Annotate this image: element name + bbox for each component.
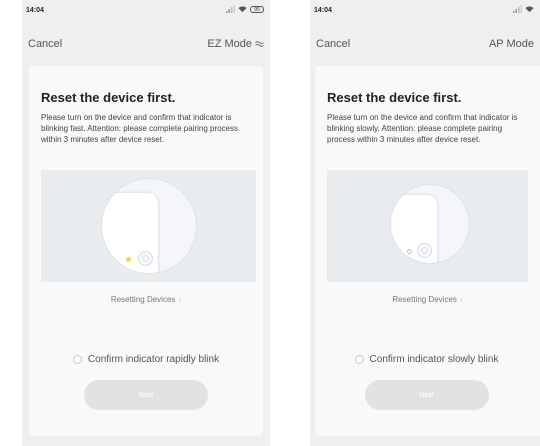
mode-label: EZ Mode (207, 38, 252, 50)
cancel-button[interactable]: Cancel (28, 38, 62, 50)
device-image (390, 195, 437, 263)
resetting-devices-label: Resetting Devices (392, 295, 457, 304)
status-icons: 95 (226, 5, 264, 13)
confirm-label: Confirm indicator rapidly blink (87, 354, 220, 365)
next-button[interactable]: Next (364, 380, 489, 410)
device-illustration (41, 170, 256, 282)
signal-icon (513, 5, 522, 13)
cancel-button[interactable]: Cancel (316, 38, 350, 50)
mode-switch-button[interactable]: AP Mode (489, 38, 534, 50)
battery-icon: 95 (250, 5, 264, 13)
chevron-right-icon: › (459, 295, 463, 304)
resetting-devices-link[interactable]: Resetting Devices › (29, 295, 263, 304)
status-bar: 14:04 (310, 0, 540, 22)
reset-button-graphic (416, 243, 432, 258)
confirm-radio[interactable] (354, 355, 364, 364)
status-time: 14:04 (314, 7, 332, 14)
wifi-icon (238, 6, 247, 13)
instruction-text: Please turn on the device and confirm th… (327, 113, 518, 144)
confirm-label: Confirm indicator slowly blink (369, 354, 499, 365)
status-time: 14:04 (26, 7, 44, 14)
mode-label: AP Mode (488, 38, 534, 50)
reset-card: Reset the device first. Please turn on t… (29, 66, 263, 436)
device-illustration-circle (100, 178, 197, 274)
ap-mode-screen: 14:04 Cancel AP Mode Reset the device fi… (310, 0, 540, 446)
signal-icon (226, 5, 235, 13)
reset-card: Reset the device first. Please turn on t… (315, 66, 540, 436)
confirm-radio[interactable] (72, 355, 82, 364)
confirm-indicator-option[interactable]: Confirm indicator slowly blink (315, 354, 538, 365)
wifi-icon (525, 6, 534, 13)
next-button[interactable]: Next (84, 380, 208, 410)
mode-switch-button[interactable]: EZ Mode (207, 38, 264, 50)
device-illustration (327, 170, 528, 282)
indicator-light (125, 257, 131, 262)
instruction-text: Please turn on the device and confirm th… (41, 113, 239, 144)
reset-button-graphic (137, 251, 153, 266)
top-nav: Cancel EZ Mode (22, 36, 270, 56)
device-illustration-circle (389, 184, 470, 264)
indicator-light (406, 249, 412, 254)
resetting-devices-link[interactable]: Resetting Devices › (315, 295, 540, 304)
resetting-devices-label: Resetting Devices (110, 295, 176, 304)
chevron-right-icon: › (178, 295, 182, 304)
confirm-indicator-option[interactable]: Confirm indicator rapidly blink (29, 354, 263, 365)
status-icons (513, 5, 534, 13)
page-title: Reset the device first. (41, 90, 176, 105)
status-bar: 14:04 95 (22, 0, 270, 22)
page-title: Reset the device first. (327, 90, 462, 105)
switch-icon (255, 41, 264, 47)
device-image (101, 193, 158, 273)
top-nav: Cancel AP Mode (310, 36, 540, 56)
ez-mode-screen: 14:04 95 Cancel EZ Mode Reset the device… (22, 0, 270, 446)
